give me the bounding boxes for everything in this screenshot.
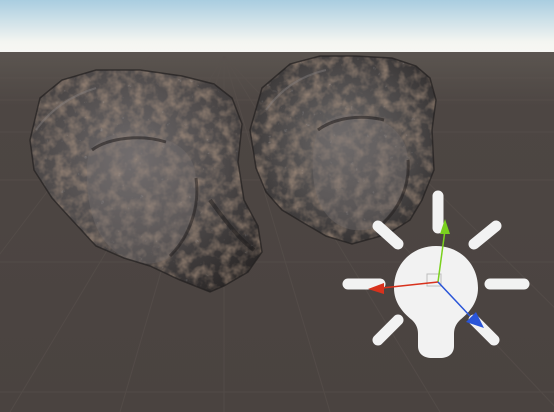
scene-canvas[interactable] <box>0 0 554 412</box>
skybox <box>0 0 554 56</box>
scene-view[interactable] <box>0 0 554 412</box>
